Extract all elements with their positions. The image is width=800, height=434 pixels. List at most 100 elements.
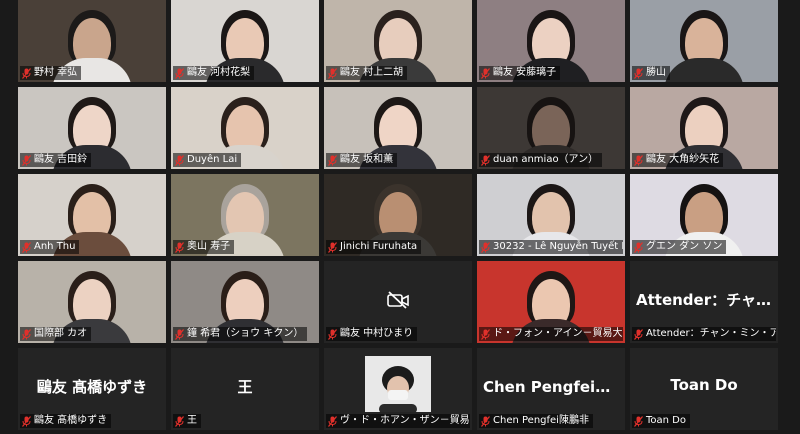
camera-off-icon bbox=[387, 291, 409, 309]
mic-muted-icon bbox=[634, 67, 643, 79]
participant-name-label: Chen Pengfei陳鵬非 bbox=[479, 414, 593, 428]
participant-display-name: 鷗友 髙橋ゆずき bbox=[36, 378, 148, 396]
participant-name: 30232 - Lê Nguyễn Tuyết Nhi bbox=[493, 241, 623, 252]
participant-name-label: 鷗友 吉田鈴 bbox=[20, 153, 92, 167]
mic-muted-icon bbox=[175, 67, 184, 79]
participant-tile[interactable]: Anh Thu bbox=[18, 174, 166, 256]
mic-muted-icon bbox=[22, 241, 31, 253]
participant-tile[interactable]: duan anmiao（アン） bbox=[477, 87, 625, 169]
participant-tile[interactable]: グエン ダン ソン bbox=[630, 174, 778, 256]
participant-name: Attender：チャン・ミン・アイン bbox=[646, 328, 776, 339]
participant-name: 鷗友 吉田鈴 bbox=[34, 154, 88, 165]
participant-tile[interactable]: 鷗友 中村ひまり bbox=[324, 261, 472, 343]
participant-name-label: 鷗友 河村花梨 bbox=[173, 66, 255, 80]
mic-muted-icon bbox=[328, 415, 337, 427]
participant-name: Jinichi Furuhata bbox=[340, 241, 418, 252]
participant-tile[interactable]: 鷗友 村上二胡 bbox=[324, 0, 472, 82]
participant-name-label: 鷗友 大角紗矢花 bbox=[632, 153, 724, 167]
participant-tile[interactable]: 勝山 bbox=[630, 0, 778, 82]
participant-name-label: Duyên Lai bbox=[173, 153, 242, 167]
participant-tile[interactable]: 野村 幸弘 bbox=[18, 0, 166, 82]
participant-name-label: 国際部 カオ bbox=[20, 327, 92, 341]
participant-name: 鐘 希君（ショウ キクン） bbox=[187, 328, 304, 339]
participant-name-label: ド・フォン・アイン－貿易大学 bbox=[479, 327, 623, 341]
participant-tile[interactable]: Toan Do Toan Do bbox=[630, 348, 778, 430]
participant-name-label: 30232 - Lê Nguyễn Tuyết Nhi bbox=[479, 240, 623, 254]
participant-name-label: 奥山 寿子 bbox=[173, 240, 235, 254]
participant-name: 野村 幸弘 bbox=[34, 67, 78, 78]
participant-tile[interactable]: ド・フォン・アイン－貿易大学 bbox=[477, 261, 625, 343]
participant-name-label: Jinichi Furuhata bbox=[326, 240, 422, 254]
participant-display-name: Toan Do bbox=[670, 376, 738, 394]
participant-tile[interactable]: 鷗友 吉田鈴 bbox=[18, 87, 166, 169]
participant-tile[interactable]: 奥山 寿子 bbox=[171, 174, 319, 256]
participant-name: 鷗友 中村ひまり bbox=[340, 328, 414, 339]
participant-name-label: グエン ダン ソン bbox=[632, 240, 727, 254]
mic-muted-icon bbox=[634, 328, 643, 340]
participant-tile[interactable]: 30232 - Lê Nguyễn Tuyết Nhi bbox=[477, 174, 625, 256]
participant-display-name: Attender：チャ... bbox=[636, 291, 774, 309]
participant-name-label: 鷗友 髙橋ゆずき bbox=[20, 414, 112, 428]
participant-body bbox=[664, 58, 744, 82]
participant-name-label: Anh Thu bbox=[20, 240, 80, 254]
mic-muted-icon bbox=[481, 241, 490, 253]
participant-name: グエン ダン ソン bbox=[646, 241, 723, 252]
participant-name: duan anmiao（アン） bbox=[493, 154, 599, 165]
participant-tile[interactable]: 鷗友 髙橋ゆずき 鷗友 髙橋ゆずき bbox=[18, 348, 166, 430]
mic-muted-icon bbox=[328, 241, 337, 253]
participant-tile[interactable]: ヴ・ド・ホアン・ザン－貿易大学 bbox=[324, 348, 472, 430]
participant-name: ヴ・ド・ホアン・ザン－貿易大学 bbox=[340, 415, 470, 426]
mic-muted-icon bbox=[481, 328, 490, 340]
participant-name: 鷗友 髙橋ゆずき bbox=[34, 415, 108, 426]
mic-muted-icon bbox=[634, 415, 643, 427]
participant-name: Duyên Lai bbox=[187, 154, 238, 165]
participant-name: 鷗友 大角紗矢花 bbox=[646, 154, 720, 165]
participant-tile[interactable]: 国際部 カオ bbox=[18, 261, 166, 343]
participant-display-name: 王 bbox=[237, 378, 253, 396]
participant-name: 鷗友 坂和薫 bbox=[340, 154, 394, 165]
participant-tile[interactable]: 鐘 希君（ショウ キクン） bbox=[171, 261, 319, 343]
participant-tile[interactable]: Duyên Lai bbox=[171, 87, 319, 169]
participant-name: Toan Do bbox=[646, 415, 686, 426]
mic-muted-icon bbox=[328, 67, 337, 79]
participant-name-label: 王 bbox=[173, 414, 201, 428]
participant-name: 王 bbox=[187, 415, 197, 426]
participant-name-label: 鷗友 中村ひまり bbox=[326, 327, 418, 341]
participant-name: 鷗友 河村花梨 bbox=[187, 67, 251, 78]
participant-name: ド・フォン・アイン－貿易大学 bbox=[493, 328, 623, 339]
participant-name: 鷗友 村上二胡 bbox=[340, 67, 404, 78]
mic-muted-icon bbox=[22, 67, 31, 79]
mic-muted-icon bbox=[22, 328, 31, 340]
mic-muted-icon bbox=[175, 154, 184, 166]
participant-tile[interactable]: 鷗友 河村花梨 bbox=[171, 0, 319, 82]
participant-name: 奥山 寿子 bbox=[187, 241, 231, 252]
participant-name: 鷗友 安藤璃子 bbox=[493, 67, 557, 78]
participant-tile[interactable]: Attender：チャ... Attender：チャン・ミン・アイン bbox=[630, 261, 778, 343]
participant-tile[interactable]: 鷗友 大角紗矢花 bbox=[630, 87, 778, 169]
participant-tile[interactable]: Chen Pengfei陳... Chen Pengfei陳鵬非 bbox=[477, 348, 625, 430]
mic-muted-icon bbox=[22, 154, 31, 166]
mic-muted-icon bbox=[22, 415, 31, 427]
mic-muted-icon bbox=[634, 154, 643, 166]
participant-name-label: 鷗友 村上二胡 bbox=[326, 66, 408, 80]
mic-muted-icon bbox=[328, 154, 337, 166]
profile-photo bbox=[365, 356, 431, 412]
participant-name: Chen Pengfei陳鵬非 bbox=[493, 415, 589, 426]
mic-muted-icon bbox=[328, 328, 337, 340]
mic-muted-icon bbox=[175, 415, 184, 427]
mic-muted-icon bbox=[481, 67, 490, 79]
participant-name-label: 勝山 bbox=[632, 66, 670, 80]
participant-name-label: 鷗友 坂和薫 bbox=[326, 153, 398, 167]
participant-name: 国際部 カオ bbox=[34, 328, 88, 339]
participant-name: Anh Thu bbox=[34, 241, 76, 252]
participant-tile[interactable]: 王 王 bbox=[171, 348, 319, 430]
participant-tile[interactable]: 鷗友 安藤璃子 bbox=[477, 0, 625, 82]
participant-name-label: Toan Do bbox=[632, 414, 690, 428]
mic-muted-icon bbox=[634, 241, 643, 253]
participant-name-label: 鐘 希君（ショウ キクン） bbox=[173, 327, 308, 341]
participant-tile[interactable]: Jinichi Furuhata bbox=[324, 174, 472, 256]
participant-display-name: Chen Pengfei陳... bbox=[483, 378, 625, 396]
mic-muted-icon bbox=[175, 241, 184, 253]
participant-tile[interactable]: 鷗友 坂和薫 bbox=[324, 87, 472, 169]
participant-name-label: 野村 幸弘 bbox=[20, 66, 82, 80]
